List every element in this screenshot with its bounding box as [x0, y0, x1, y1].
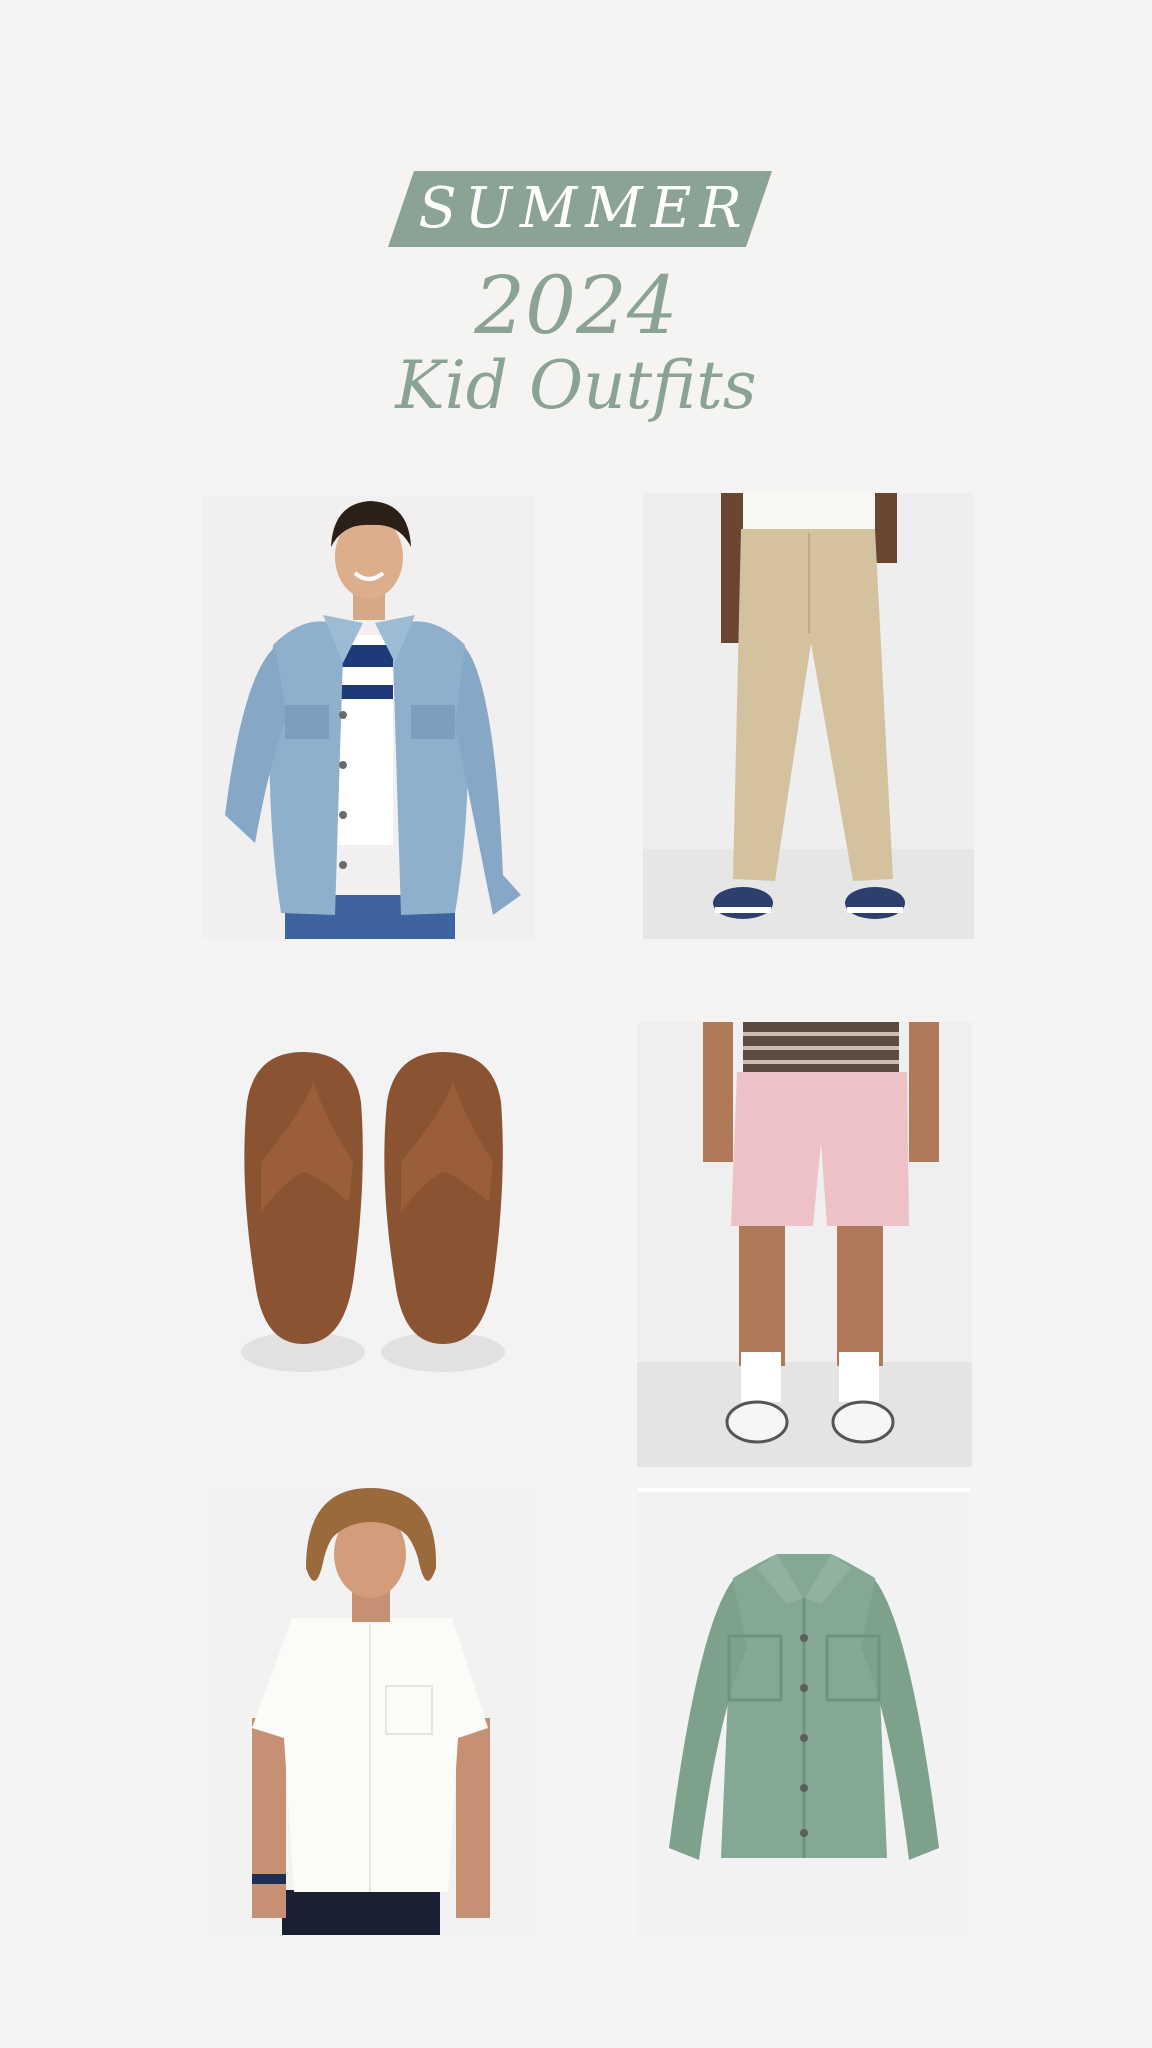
white-shirt-image	[206, 1488, 536, 1935]
product-tile-green-shirt-jacket[interactable]	[637, 1488, 970, 1935]
product-tile-denim-jacket[interactable]	[203, 495, 535, 939]
product-tile-pink-shorts[interactable]	[637, 1022, 972, 1467]
title-header: SUMMER 2024 Kid Outfits	[0, 0, 1152, 440]
denim-jacket-image	[203, 495, 535, 939]
product-tile-sandals[interactable]	[203, 1022, 535, 1436]
banner-text: SUMMER	[418, 176, 750, 241]
khaki-pants-image	[643, 493, 974, 939]
green-shirt-jacket-image	[637, 1488, 970, 1935]
product-tile-khaki-pants[interactable]	[643, 493, 974, 939]
year-heading: 2024	[474, 259, 678, 352]
subtitle-heading: Kid Outfits	[395, 347, 757, 424]
pink-shorts-image	[637, 1022, 972, 1467]
product-tile-white-shirt[interactable]	[206, 1488, 536, 1935]
summer-banner: SUMMER	[388, 171, 772, 247]
sandals-image	[203, 1022, 535, 1436]
